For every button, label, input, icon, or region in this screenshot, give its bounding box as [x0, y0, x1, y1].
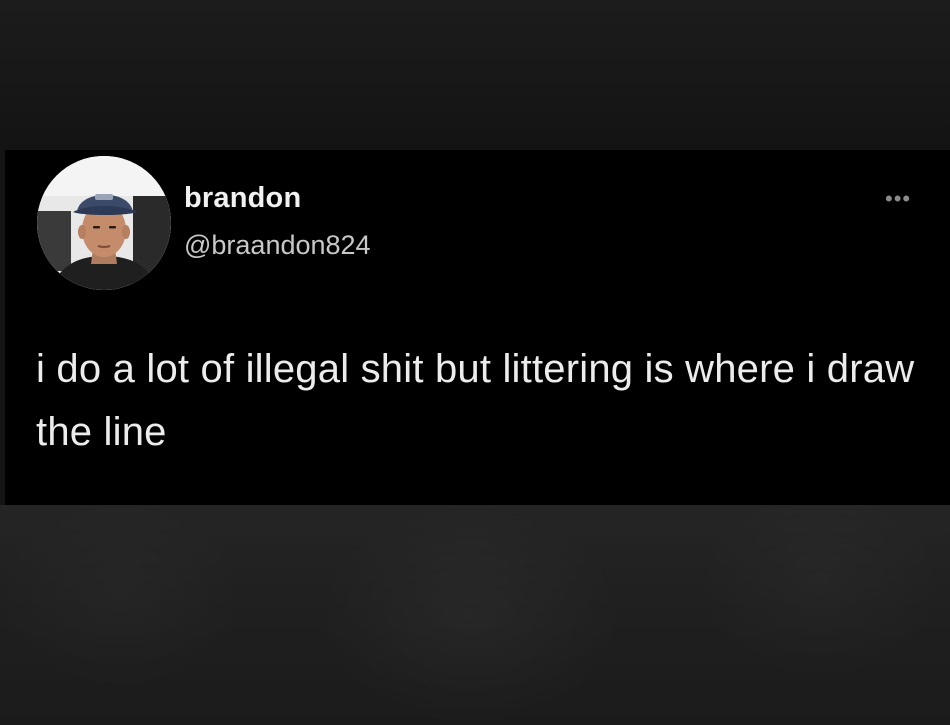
display-name[interactable]: brandon: [184, 180, 301, 216]
avatar[interactable]: [37, 156, 171, 290]
more-options-icon[interactable]: •••: [885, 186, 911, 212]
background-top: [0, 0, 950, 150]
tweet-card[interactable]: brandon @braandon824 ••• i do a lot of i…: [5, 150, 950, 505]
tweet-text: i do a lot of illegal shit but littering…: [36, 347, 915, 454]
profile-photo: [37, 156, 171, 290]
background-bottom: [0, 505, 950, 725]
user-handle[interactable]: @braandon824: [184, 227, 371, 263]
